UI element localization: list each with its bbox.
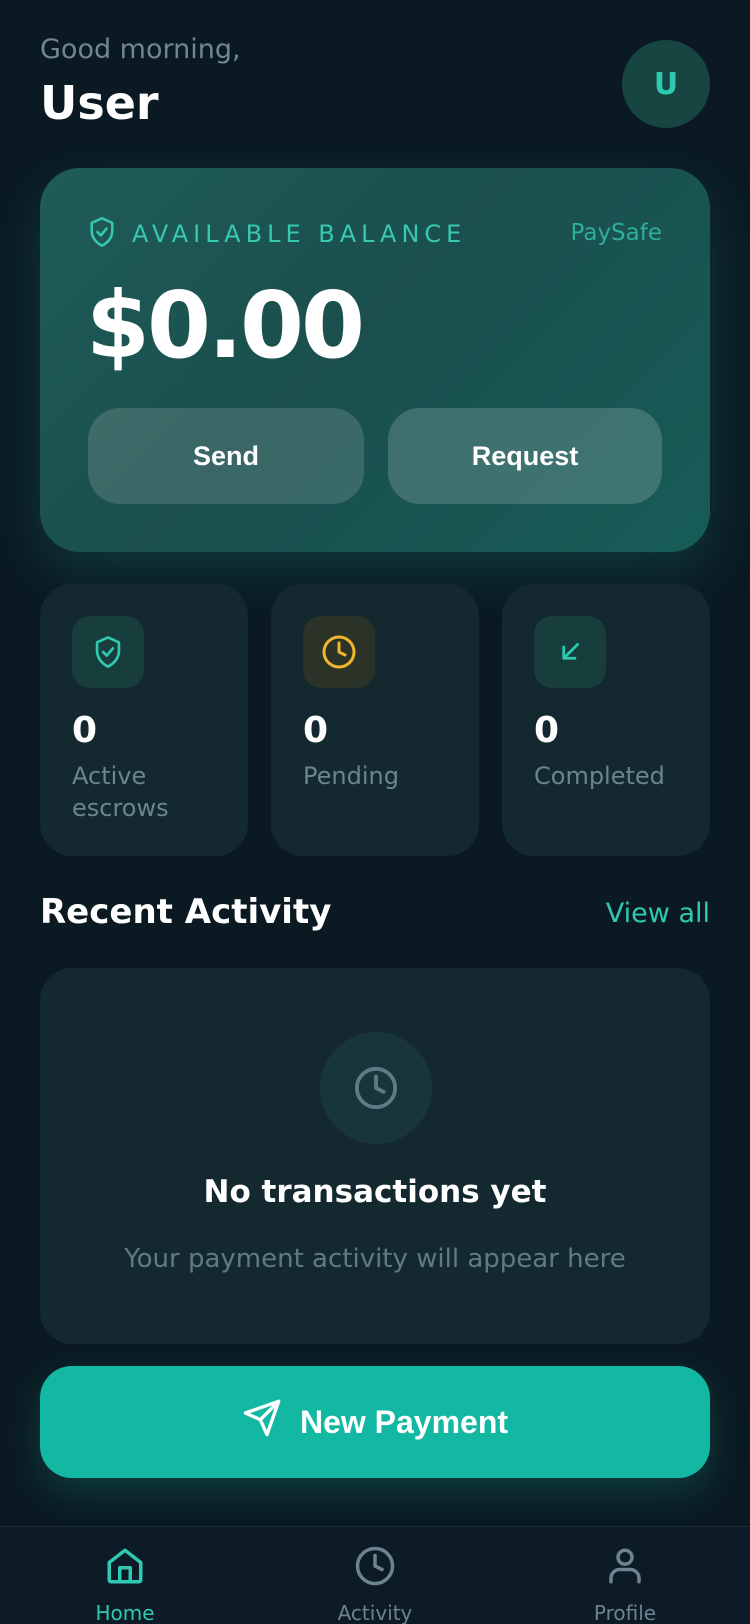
nav-item-home[interactable]: Home — [50, 1545, 200, 1624]
stat-card-completed[interactable]: 0 Completed — [502, 584, 710, 856]
request-button[interactable]: Request — [388, 408, 662, 504]
balance-label: AVAILABLE BALANCE — [132, 220, 467, 248]
home-icon — [104, 1545, 146, 1591]
send-icon — [242, 1398, 282, 1446]
nav-item-activity[interactable]: Activity — [300, 1545, 450, 1624]
brand-name: PaySafe — [570, 220, 662, 246]
avatar[interactable]: U — [622, 40, 710, 128]
balance-amount: $0.00 — [86, 272, 365, 379]
home-screen: Good morning, User U AVAILABLE BALANCE P… — [0, 0, 750, 1624]
clock-icon — [303, 616, 375, 688]
empty-state-title: No transactions yet — [203, 1174, 547, 1210]
nav-label-home: Home — [95, 1601, 155, 1624]
new-payment-label: New Payment — [299, 1403, 509, 1440]
stat-label: Active escrows — [72, 762, 169, 822]
view-all-link[interactable]: View all — [606, 898, 710, 929]
new-payment-button[interactable]: New Payment — [40, 1366, 710, 1478]
stat-value: 0 — [72, 710, 98, 751]
stat-label: Completed — [534, 762, 665, 790]
stat-label: Pending — [303, 762, 399, 790]
balance-card: AVAILABLE BALANCE PaySafe $0.00 Send Req… — [40, 168, 710, 552]
user-icon — [604, 1545, 646, 1591]
stat-value: 0 — [534, 710, 560, 751]
clock-icon — [354, 1545, 396, 1591]
empty-state-subtitle: Your payment activity will appear here — [124, 1244, 626, 1274]
send-button[interactable]: Send — [88, 408, 364, 504]
recent-activity-title: Recent Activity — [40, 892, 332, 932]
nav-label-activity: Activity — [337, 1601, 413, 1624]
shield-check-icon — [88, 216, 116, 252]
nav-item-profile[interactable]: Profile — [550, 1545, 700, 1624]
clock-icon — [320, 1032, 432, 1144]
bottom-nav: Home Activity Profile — [0, 1526, 750, 1624]
nav-label-profile: Profile — [593, 1601, 657, 1624]
stat-card-active-escrows[interactable]: 0 Active escrows — [40, 584, 248, 856]
arrow-down-left-icon — [534, 616, 606, 688]
avatar-initial: U — [653, 66, 679, 102]
balance-label-row: AVAILABLE BALANCE — [88, 216, 466, 252]
shield-check-icon — [72, 616, 144, 688]
empty-activity-card: No transactions yet Your payment activit… — [40, 968, 710, 1344]
stat-value: 0 — [303, 710, 329, 751]
user-name: User — [40, 76, 159, 130]
greeting-text: Good morning, — [40, 34, 241, 65]
stat-card-pending[interactable]: 0 Pending — [271, 584, 479, 856]
